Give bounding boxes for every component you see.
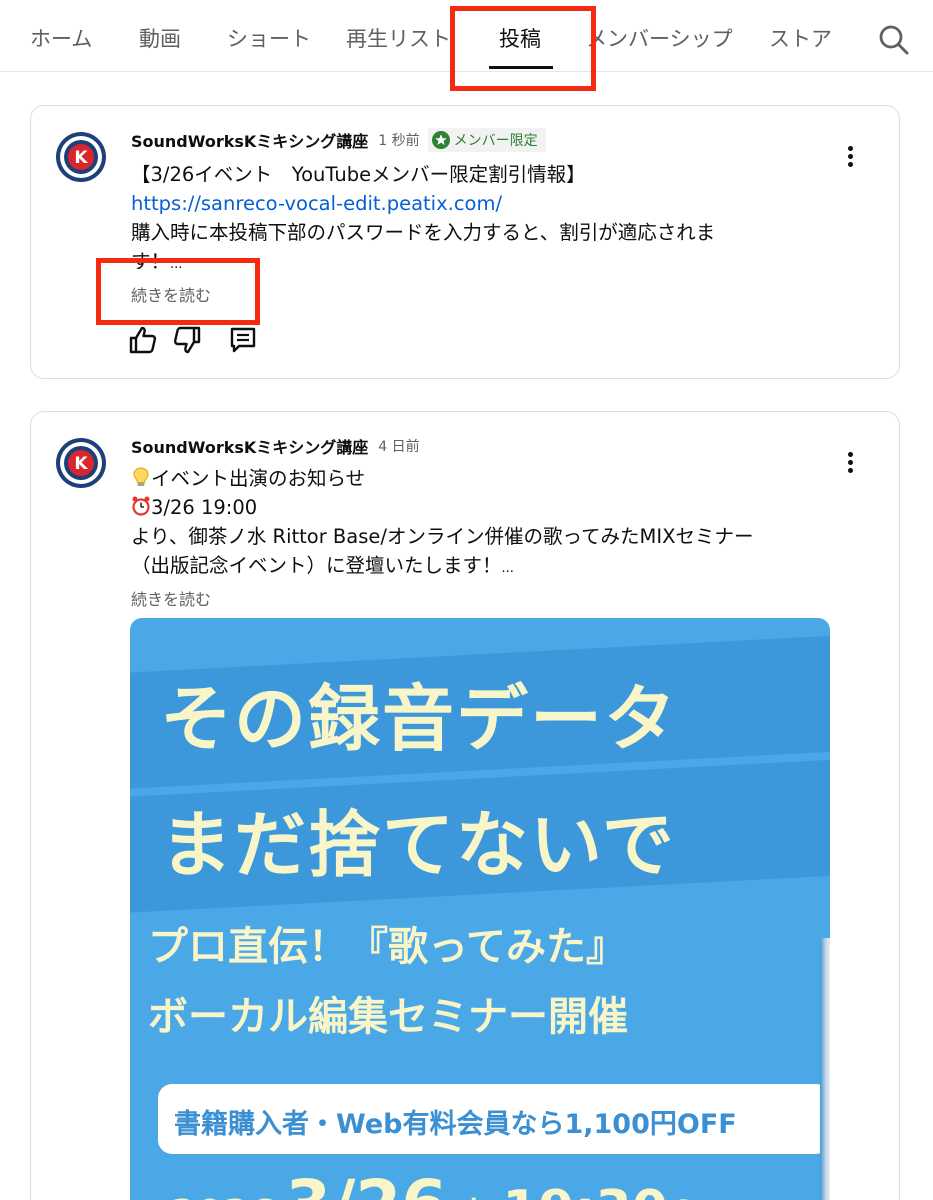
svg-text:K: K (74, 454, 88, 474)
alarm-clock-icon (132, 496, 150, 516)
post-body: イベント出演のお知らせ 3/26 19:00 より、御茶ノ水 Rittor Ba… (131, 464, 811, 583)
promo-photo-edge (820, 938, 830, 1200)
promo-headline: まだ捨てないで (160, 803, 676, 887)
promo-subheadline: プロ直伝！『歌ってみた』 (148, 924, 626, 970)
search-icon (879, 25, 909, 55)
svg-text:K: K (74, 148, 88, 168)
dislike-button[interactable] (171, 324, 203, 356)
members-only-badge: メンバー限定 (427, 128, 546, 152)
post-menu-button[interactable] (837, 448, 863, 478)
tab-store[interactable]: ストア (769, 0, 832, 72)
search-button[interactable] (876, 22, 910, 56)
tab-shorts[interactable]: ショート (227, 0, 311, 72)
star-badge-icon (431, 131, 450, 149)
channel-avatar[interactable]: K (55, 131, 107, 183)
post-link[interactable]: https://sanreco-vocal-edit.peatix.com/ (131, 189, 811, 218)
post-image[interactable]: その録音データ まだ捨てないで プロ直伝！『歌ってみた』 ボーカル編集セミナー開… (130, 618, 830, 1200)
channel-avatar[interactable]: K (55, 437, 107, 489)
tab-posts[interactable]: 投稿 (499, 0, 541, 72)
like-button[interactable] (127, 324, 159, 356)
post-text-line: より、御茶ノ水 Rittor Base/オンライン併催の歌ってみたMIXセミナー (131, 525, 754, 548)
tab-videos[interactable]: 動画 (139, 0, 181, 72)
post-time[interactable]: 1 秒前 (378, 130, 419, 150)
post-text-line-truncated: （出版記念イベント）に登壇いたします！... (131, 554, 514, 577)
active-tab-indicator (489, 66, 553, 69)
channel-tab-bar: ホーム 動画 ショート 再生リスト 投稿 メンバーシップ ストア (0, 0, 933, 72)
tab-playlists[interactable]: 再生リスト (346, 0, 451, 72)
post-title-line: 【3/26イベント YouTubeメンバー限定割引情報】 (131, 163, 586, 186)
promo-date: 2026 3/26 木 19:30〜 (170, 1166, 720, 1200)
like-icon (129, 326, 157, 354)
post-text-line: 購入時に本投稿下部のパスワードを入力すると、割引が適応されま (131, 221, 716, 244)
promo-headline: その録音データ (160, 677, 679, 761)
dislike-icon (173, 326, 201, 354)
post-text-line: 3/26 19:00 (131, 493, 811, 522)
tab-membership[interactable]: メンバーシップ (586, 0, 733, 72)
post-card: K SoundWorksKミキシング講座 4 日前 イベント出演のお知らせ 3/… (30, 411, 900, 1200)
promo-subheadline: ボーカル編集セミナー開催 (148, 994, 628, 1040)
read-more-link[interactable]: 続きを読む (131, 282, 211, 306)
post-text-line-truncated: す！... (131, 250, 183, 269)
post-meta: SoundWorksKミキシング講座 1 秒前 メンバー限定 (131, 128, 546, 152)
post-body: 【3/26イベント YouTubeメンバー限定割引情報】 https://san… (131, 160, 811, 269)
comment-icon (230, 327, 256, 353)
post-author[interactable]: SoundWorksKミキシング講座 (131, 128, 368, 152)
post-author[interactable]: SoundWorksKミキシング講座 (131, 434, 368, 458)
read-more-link[interactable]: 続きを読む (131, 586, 211, 610)
comment-button[interactable] (227, 324, 259, 356)
lightbulb-icon (133, 467, 149, 486)
post-meta: SoundWorksKミキシング講座 4 日前 (131, 434, 420, 458)
post-time[interactable]: 4 日前 (378, 436, 419, 456)
post-text-line: イベント出演のお知らせ (131, 464, 811, 493)
tab-home[interactable]: ホーム (30, 0, 92, 72)
post-card: K SoundWorksKミキシング講座 1 秒前 メンバー限定 【3/26イベ… (30, 105, 900, 379)
promo-discount-text: 書籍購入者・Web有料会員なら1,100円OFF (174, 1109, 737, 1140)
members-only-label: メンバー限定 (453, 133, 538, 149)
post-menu-button[interactable] (837, 142, 863, 172)
